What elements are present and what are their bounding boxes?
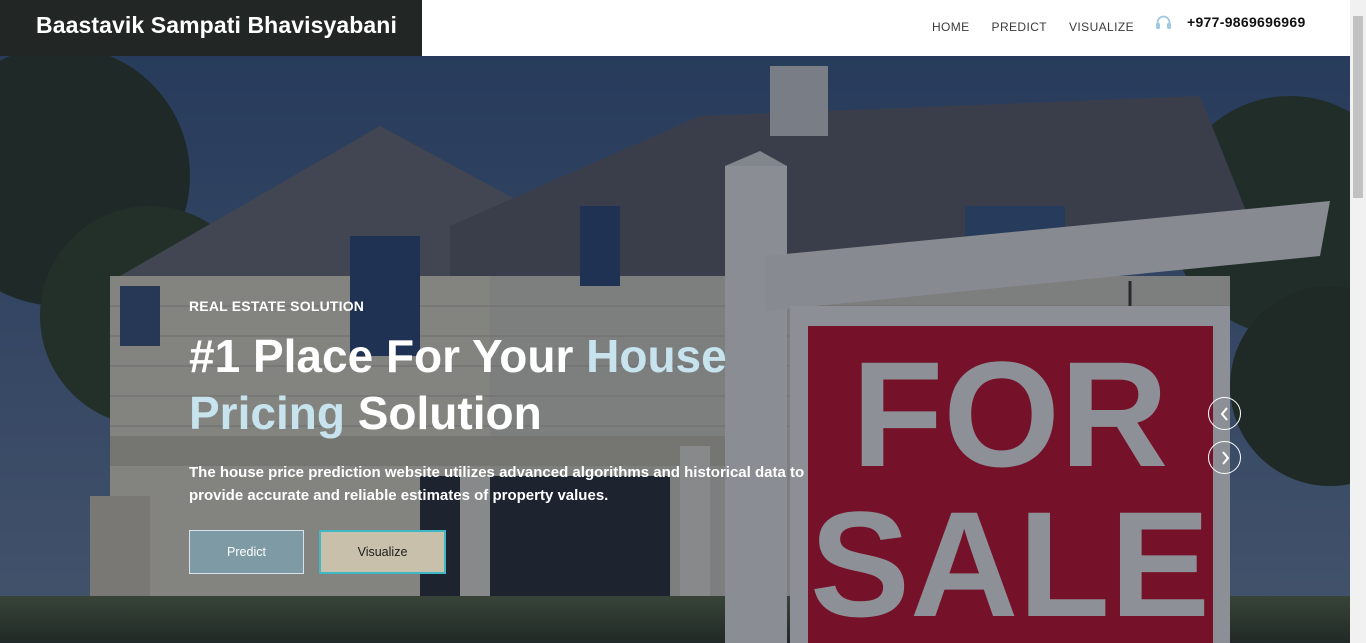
hero-eyebrow: REAL ESTATE SOLUTION xyxy=(189,298,365,314)
hero-headline: #1 Place For Your House Pricing Solution xyxy=(189,328,809,442)
headline-part1: #1 Place For Your xyxy=(189,330,587,382)
phone-number[interactable]: +977-9869696969 xyxy=(1187,14,1306,30)
nav-item-predict[interactable]: PREDICT xyxy=(992,20,1047,34)
nav-menu: HOME PREDICT VISUALIZE xyxy=(932,20,1134,34)
predict-button[interactable]: Predict xyxy=(189,530,304,574)
brand-block[interactable]: Baastavik Sampati Bhavisyabani xyxy=(0,0,422,56)
headline-accent-pricing: Pricing xyxy=(189,387,345,439)
headline-accent-house: House xyxy=(586,330,727,382)
nav-item-visualize[interactable]: VISUALIZE xyxy=(1069,20,1134,34)
hero-description: The house price prediction website utili… xyxy=(189,464,805,504)
headline-part2: Solution xyxy=(344,387,542,439)
visualize-button[interactable]: Visualize xyxy=(319,530,446,574)
brand-name[interactable]: Baastavik Sampati Bhavisyabani xyxy=(36,12,397,39)
chevron-right-icon xyxy=(1221,450,1229,465)
navbar: Baastavik Sampati Bhavisyabani HOME PRED… xyxy=(0,0,1350,56)
scrollbar-thumb[interactable] xyxy=(1353,16,1363,198)
hero-carousel: FOR SALE REAL ESTATE SOLUTION #1 Place F… xyxy=(0,56,1350,643)
headphones-icon xyxy=(1156,15,1171,29)
carousel-next-button[interactable] xyxy=(1208,441,1241,474)
page-scrollbar[interactable] xyxy=(1350,0,1366,643)
chevron-left-icon xyxy=(1220,406,1228,421)
nav-item-home[interactable]: HOME xyxy=(932,20,970,34)
carousel-prev-button[interactable] xyxy=(1208,397,1241,430)
